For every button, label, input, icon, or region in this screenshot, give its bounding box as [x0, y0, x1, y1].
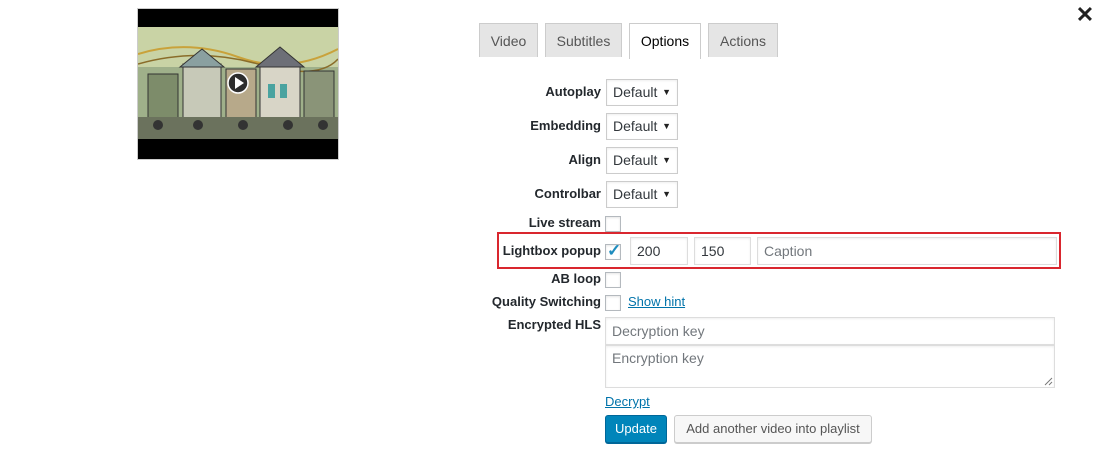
- autoplay-label: Autoplay: [545, 84, 601, 99]
- lightbox-popup-label: Lightbox popup: [502, 243, 601, 258]
- show-hint-link[interactable]: Show hint: [628, 294, 685, 309]
- lightbox-height-input[interactable]: 150: [694, 237, 751, 265]
- video-thumbnail-image: [138, 9, 338, 159]
- align-select[interactable]: Default ▼: [606, 147, 678, 174]
- chevron-down-icon: ▼: [662, 189, 671, 199]
- ab-loop-label: AB loop: [551, 271, 601, 286]
- autoplay-select-value: Default: [613, 84, 658, 100]
- close-icon[interactable]: ✕: [1074, 4, 1096, 26]
- encryption-key-textarea[interactable]: Encryption key: [605, 345, 1055, 388]
- encrypted-hls-label: Encrypted HLS: [507, 317, 601, 332]
- chevron-down-icon: ▼: [662, 87, 671, 97]
- ab-loop-checkbox[interactable]: [605, 272, 621, 288]
- lightbox-width-input[interactable]: 200: [630, 237, 688, 265]
- controlbar-select-value: Default: [613, 186, 658, 202]
- lightbox-popup-checkbox[interactable]: ✓: [605, 241, 622, 260]
- embedding-select-value: Default: [613, 118, 658, 134]
- controlbar-select[interactable]: Default ▼: [606, 181, 678, 208]
- checkmark-icon: ✓: [607, 241, 622, 260]
- align-select-value: Default: [613, 152, 658, 168]
- tab-actions[interactable]: Actions: [708, 23, 778, 57]
- resize-grip-icon[interactable]: [1044, 377, 1053, 386]
- chevron-down-icon: ▼: [662, 155, 671, 165]
- align-label: Align: [568, 152, 602, 167]
- tab-subtitles[interactable]: Subtitles: [545, 23, 622, 57]
- update-button[interactable]: Update: [605, 415, 667, 443]
- add-video-button[interactable]: Add another video into playlist: [674, 415, 872, 443]
- play-icon[interactable]: [227, 72, 249, 94]
- tab-options[interactable]: Options: [629, 23, 701, 59]
- video-thumbnail: [137, 8, 339, 160]
- quality-switching-checkbox[interactable]: [605, 295, 621, 311]
- live-stream-checkbox[interactable]: [605, 216, 621, 232]
- chevron-down-icon: ▼: [662, 121, 671, 131]
- lightbox-caption-input[interactable]: Caption: [757, 237, 1057, 265]
- live-stream-label: Live stream: [528, 215, 601, 230]
- encryption-key-placeholder: Encryption key: [612, 350, 704, 366]
- embedding-label: Embedding: [530, 118, 601, 133]
- embedding-select[interactable]: Default ▼: [606, 113, 678, 140]
- controlbar-label: Controlbar: [534, 186, 601, 201]
- decryption-key-input[interactable]: Decryption key: [605, 317, 1055, 345]
- autoplay-select[interactable]: Default ▼: [606, 79, 678, 106]
- quality-switching-label: Quality Switching: [491, 294, 601, 309]
- decrypt-link[interactable]: Decrypt: [605, 394, 650, 409]
- tab-video[interactable]: Video: [479, 23, 538, 57]
